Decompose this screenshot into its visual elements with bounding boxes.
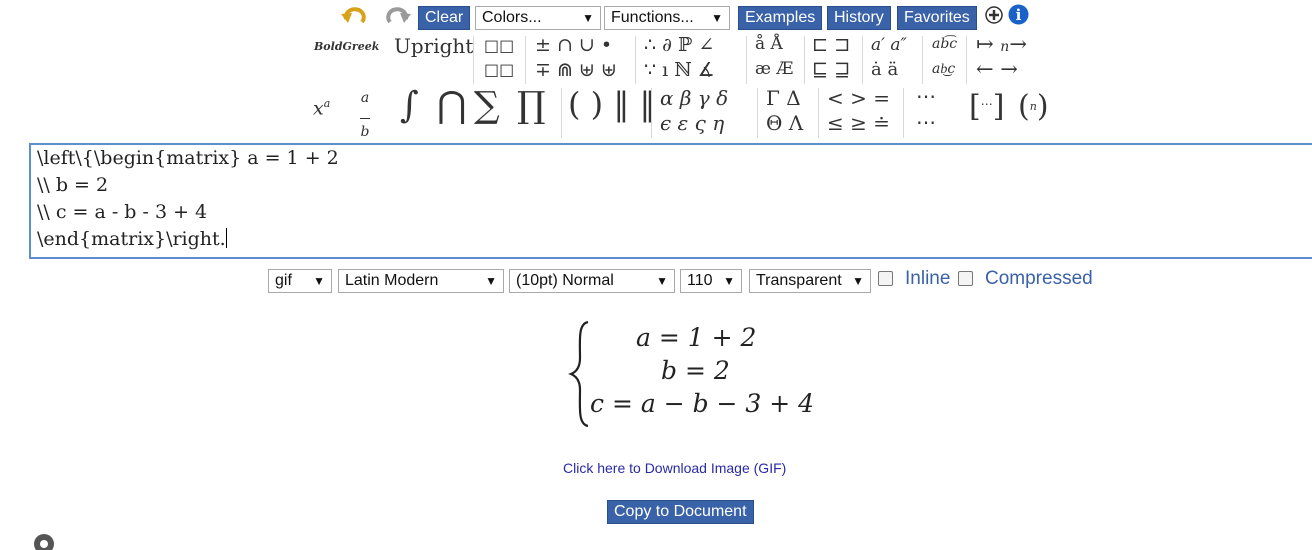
editor-line: \\ c = a - b - 3 + 4 <box>37 201 208 223</box>
editor-line-last: \end{matrix}\right. <box>31 226 1312 253</box>
size-select[interactable]: (10pt) Normal ▼ <box>509 269 675 293</box>
divider <box>922 36 923 84</box>
codecogs-logo <box>30 532 60 550</box>
capital-greek-top[interactable]: Γ Δ <box>766 88 801 108</box>
compressed-label: Compressed <box>985 268 1093 289</box>
underarc-symbol[interactable]: ab͜c <box>932 62 955 76</box>
binomial-button[interactable]: (n) <box>1018 92 1049 122</box>
add-icon[interactable] <box>985 6 1003 28</box>
logic-symbols-bottom[interactable]: ∵ ı ℕ ∡ <box>644 61 715 80</box>
chevron-down-icon: ▼ <box>711 11 723 25</box>
chevron-down-icon: ▼ <box>582 11 594 25</box>
arrow-symbols[interactable]: ← → <box>976 59 1018 80</box>
editor-line: \\ b = 2 <box>37 174 109 196</box>
divider <box>473 36 474 84</box>
left-brace-icon <box>568 320 589 428</box>
box-symbols-bottom[interactable]: □□ <box>484 62 514 78</box>
ellipsis-symbols-top[interactable]: ⋯ <box>916 86 936 106</box>
font-select-value: Latin Modern <box>345 272 439 289</box>
background-select-value: Transparent <box>756 272 842 289</box>
subset-symbols-top[interactable]: ⊏ ⊐ <box>812 36 850 55</box>
info-icon[interactable]: i <box>1008 4 1029 29</box>
ellipsis-symbols-bottom[interactable]: ⋯ <box>916 112 936 132</box>
bracket-button[interactable]: ( ) ‖ ‖ <box>568 88 655 120</box>
divider <box>746 36 747 84</box>
compressed-checkbox[interactable] <box>958 271 973 286</box>
mapsto-arrow[interactable]: ↦ n→ <box>976 34 1027 55</box>
rendered-equation: a = 1 + 2 b = 2 c = a − b − 3 + 4 <box>568 318 814 428</box>
rendered-line-2: b = 2 <box>661 356 730 385</box>
upright-button[interactable]: Upright <box>394 36 473 56</box>
size-select-value: (10pt) Normal <box>516 272 614 289</box>
boldgreek-button[interactable]: BoldGreek <box>314 41 379 52</box>
divider <box>635 36 636 84</box>
colors-select-value: Colors... <box>482 9 542 26</box>
chevron-down-icon: ▼ <box>656 274 668 288</box>
format-select-value: gif <box>275 272 292 289</box>
greek-symbols-bottom[interactable]: ϵ ε ς η <box>660 113 724 133</box>
rendered-line-3: c = a − b − 3 + 4 <box>590 389 815 418</box>
chevron-down-icon: ▼ <box>852 274 864 288</box>
inline-checkbox[interactable] <box>878 271 893 286</box>
superscript-button[interactable]: xa <box>313 98 330 118</box>
clear-button[interactable]: Clear <box>418 6 471 30</box>
dot-accent-symbols[interactable]: ȧ ä <box>871 61 898 79</box>
svg-text:i: i <box>1016 6 1022 24</box>
divider <box>862 36 863 84</box>
inline-label: Inline <box>905 268 951 289</box>
matrix-button[interactable]: [⋯] <box>969 92 1004 122</box>
colors-select[interactable]: Colors... ▼ <box>475 6 601 30</box>
chevron-down-icon: ▼ <box>723 274 735 288</box>
relation-symbols-top[interactable]: < > = <box>827 88 890 108</box>
operator-symbols-top[interactable]: ± ∩ ∪ • <box>535 36 612 55</box>
bigcap-button[interactable]: ⋂ <box>437 88 467 124</box>
product-button[interactable]: ∏ <box>517 88 546 124</box>
sum-button[interactable]: ∑ <box>474 88 500 124</box>
prime-symbols[interactable]: a′ a″ <box>871 37 907 54</box>
divider <box>561 88 562 138</box>
accent-symbols-top[interactable]: å Å <box>755 36 783 53</box>
fraction-button[interactable]: ab <box>360 90 370 141</box>
integral-button[interactable]: ∫ <box>400 88 419 124</box>
background-select[interactable]: Transparent ▼ <box>749 269 871 293</box>
operator-symbols-bottom[interactable]: ∓ ⋒ ⊎ ⊎ <box>535 61 617 80</box>
editor-line-text: \end{matrix}\right. <box>37 228 226 250</box>
divider <box>757 88 758 138</box>
dpi-select[interactable]: 110 ▼ <box>680 269 742 293</box>
divider <box>804 36 805 84</box>
divider <box>651 88 652 138</box>
examples-button[interactable]: Examples <box>738 6 823 30</box>
divider <box>525 36 526 84</box>
format-select[interactable]: gif ▼ <box>268 269 332 293</box>
download-image-link[interactable]: Click here to Download Image (GIF) <box>563 460 786 476</box>
relation-symbols-bottom[interactable]: ≤ ≥ ≐ <box>827 113 890 133</box>
functions-select-value: Functions... <box>611 9 694 26</box>
redo-icon[interactable] <box>382 5 412 31</box>
overarc-symbol[interactable]: ab͡c <box>932 37 957 51</box>
capital-greek-bottom[interactable]: Θ Λ <box>766 113 803 133</box>
dpi-select-value: 110 <box>687 272 713 289</box>
chevron-down-icon: ▼ <box>313 274 325 288</box>
subset-symbols-bottom[interactable]: ⊑ ⊒ <box>812 61 850 80</box>
box-symbols-top[interactable]: □□ <box>484 38 514 54</box>
functions-select[interactable]: Functions... ▼ <box>604 6 730 30</box>
greek-symbols-top[interactable]: α β γ δ <box>660 88 728 108</box>
history-button[interactable]: History <box>827 6 891 30</box>
chevron-down-icon: ▼ <box>485 274 497 288</box>
accent-symbols-bottom[interactable]: æ Æ <box>755 61 793 78</box>
divider <box>966 36 967 84</box>
editor-line: \left\{\begin{matrix} a = 1 + 2 <box>37 147 339 169</box>
logic-symbols-top[interactable]: ∴ ∂ ℙ ∠ <box>644 36 714 55</box>
favorites-button[interactable]: Favorites <box>897 6 977 30</box>
divider <box>903 88 904 138</box>
font-select[interactable]: Latin Modern ▼ <box>338 269 504 293</box>
latex-editor[interactable]: \left\{\begin{matrix} a = 1 + 2 \\ b = 2… <box>29 143 1312 259</box>
copy-to-document-button[interactable]: Copy to Document <box>607 500 754 524</box>
text-caret <box>225 228 227 248</box>
undo-icon[interactable] <box>340 5 370 31</box>
rendered-line-1: a = 1 + 2 <box>636 323 757 352</box>
divider <box>818 88 819 138</box>
